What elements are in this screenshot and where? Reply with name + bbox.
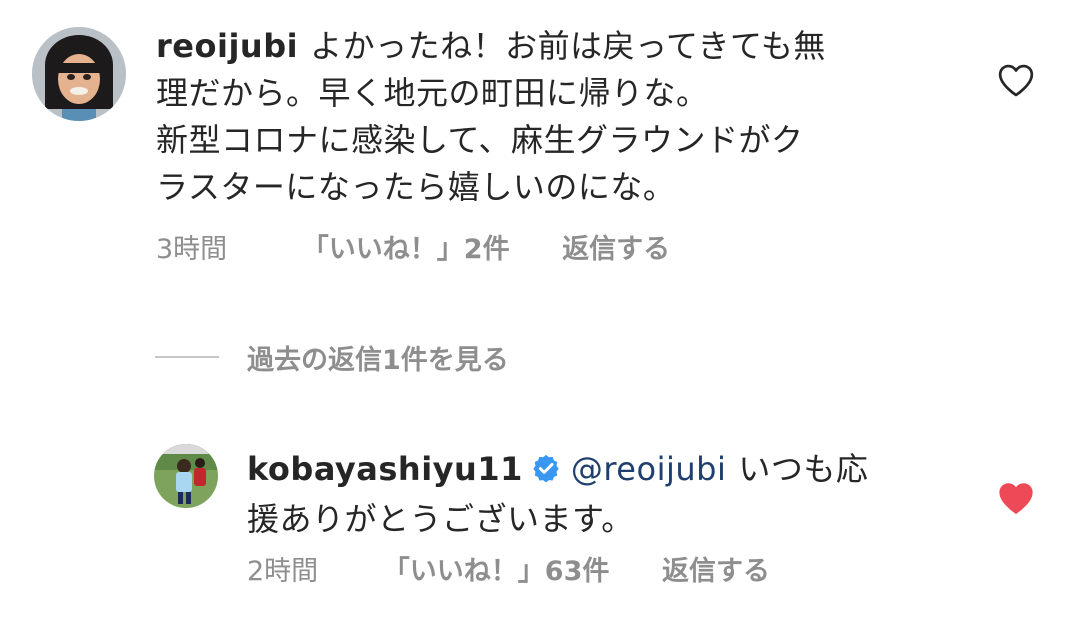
comment-meta: 3時間 「いいね！」2件 返信する [156, 234, 670, 266]
comment-likes-count[interactable]: 「いいね！」2件 [302, 234, 510, 265]
comment-text-line-4: ラスターになったら嬉しいのにな。 [156, 168, 676, 206]
view-replies-label: 過去の返信1件を見る [247, 344, 509, 376]
reply-avatar[interactable] [154, 444, 218, 508]
divider-line [155, 356, 219, 358]
verified-badge-icon [531, 449, 561, 496]
reply-avatar-image [154, 444, 218, 508]
avatar-image [32, 27, 126, 121]
reply-comment: kobayashiyu11 @reoijubi いつも応 援ありがとうございます。 … [0, 420, 1092, 620]
comment-username[interactable]: reoijubi [156, 27, 298, 65]
reply-text-part-1: いつも応 [738, 450, 869, 488]
comment-text: reoijubi よかったね！お前は戻ってきても無 理だから。早く地元の町田に帰り… [156, 23, 936, 211]
reply-timestamp[interactable]: 2時間 [247, 556, 318, 587]
heart-outline-icon [998, 64, 1034, 97]
comment: reoijubi よかったね！お前は戻ってきても無 理だから。早く地元の町田に帰り… [0, 0, 1092, 300]
reply-text: kobayashiyu11 @reoijubi いつも応 援ありがとうございます。 [247, 446, 947, 543]
like-button[interactable] [997, 62, 1035, 98]
reply-likes-count[interactable]: 「いいね！」63件 [383, 556, 610, 587]
reply-mention-link[interactable]: @reoijubi [571, 450, 726, 488]
heart-filled-icon [999, 483, 1033, 514]
comment-reply-button[interactable]: 返信する [562, 234, 670, 265]
reply-username[interactable]: kobayashiyu11 [247, 450, 523, 488]
comment-text-line-2: 理だから。早く地元の町田に帰りな。 [156, 74, 709, 112]
avatar[interactable] [32, 27, 126, 121]
comment-line: reoijubi よかったね！お前は戻ってきても無 [156, 23, 936, 70]
reply-reply-button[interactable]: 返信する [662, 556, 770, 587]
comment-text-line-3: 新型コロナに感染して、麻生グラウンドがク [156, 121, 804, 159]
reply-meta: 2時間 「いいね！」63件 返信する [247, 556, 770, 588]
reply-like-button[interactable] [997, 480, 1035, 516]
comment-text-line-1: よかったね！お前は戻ってきても無 [310, 27, 826, 65]
comment-timestamp[interactable]: 3時間 [156, 234, 227, 265]
reply-line-1: kobayashiyu11 @reoijubi いつも応 [247, 446, 947, 496]
reply-text-part-2: 援ありがとうございます。 [247, 500, 634, 538]
view-replies-button[interactable]: 過去の返信1件を見る [155, 337, 509, 377]
